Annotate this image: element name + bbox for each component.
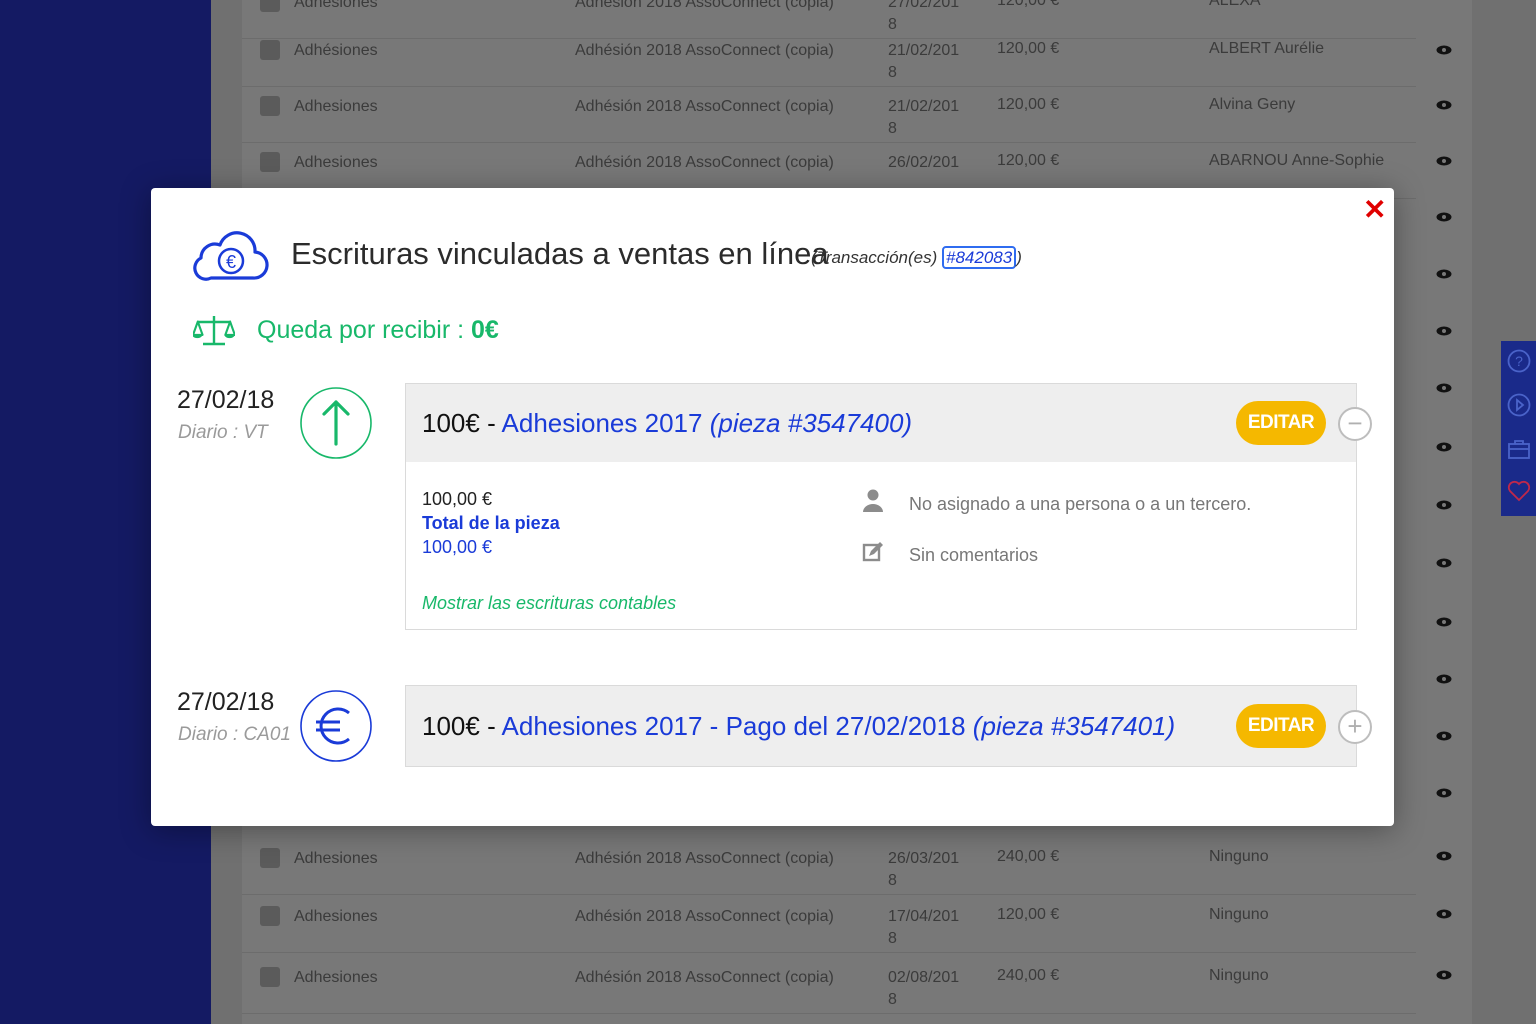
close-button[interactable]: ✕ [1363, 196, 1386, 224]
transaction-label: (Transacción(es) [811, 248, 942, 267]
entry-amount: 100€ - [422, 408, 502, 438]
modal-title: Escrituras vinculadas a ventas en línea [291, 236, 829, 271]
edit-button[interactable]: EDITAR [1236, 704, 1326, 748]
edit-note-icon [862, 542, 883, 562]
entry-title: 100€ - Adhesiones 2017 - Pago del 27/02/… [422, 711, 1175, 742]
person-icon [863, 489, 883, 512]
linked-entries-modal: ✕ € Escrituras vinculadas a ventas en lí… [151, 188, 1394, 826]
balance-scale-icon [193, 316, 235, 346]
total-label: Total de la pieza [422, 513, 560, 533]
remaining-label: Queda por recibir : [257, 316, 471, 344]
entry-piece[interactable]: (pieza #3547400) [710, 408, 912, 438]
arrow-up-circle-icon [300, 387, 372, 459]
remaining-value: 0€ [471, 316, 499, 344]
show-accounting-entries-link[interactable]: Mostrar las escrituras contables [422, 593, 676, 614]
transaction-suffix: ) [1016, 248, 1022, 267]
cloud-euro-icon: € [193, 231, 269, 281]
entry-label[interactable]: Adhesiones 2017 [502, 408, 703, 438]
comment-text: Sin comentarios [909, 545, 1039, 565]
entry-card-header[interactable]: 100€ - Adhesiones 2017 (pieza #3547400) … [405, 383, 1372, 463]
edit-button[interactable]: EDITAR [1236, 401, 1326, 445]
transaction-link[interactable]: #842083 [942, 246, 1017, 269]
entry-journal: Diario : VT [178, 422, 268, 443]
entry-line-amount: 100,00 € [422, 489, 493, 509]
entry-piece[interactable]: (pieza #3547401) [973, 711, 1175, 741]
entry-title: 100€ - Adhesiones 2017 (pieza #3547400) [422, 408, 912, 439]
entry-date: 27/02/18 [177, 688, 275, 716]
svg-text:€: € [226, 252, 236, 272]
remaining-amount: Queda por recibir : 0€ [257, 316, 499, 345]
collapse-button[interactable]: − [1338, 407, 1372, 441]
entry-date: 27/02/18 [177, 386, 275, 414]
assignee-text: No asignado a una persona o a un tercero… [909, 494, 1252, 514]
euro-circle-icon [300, 690, 372, 762]
entry-card-details: 100,00 € Total de la pieza 100,00 € Most… [405, 462, 1357, 630]
total-value: 100,00 € [422, 537, 493, 557]
entry-label[interactable]: Adhesiones 2017 - Pago del 27/02/2018 [502, 711, 966, 741]
transaction-reference: (Transacción(es) #842083) [811, 246, 1022, 269]
entry-card-header[interactable]: 100€ - Adhesiones 2017 - Pago del 27/02/… [405, 685, 1372, 767]
entry-amount: 100€ - [422, 711, 502, 741]
expand-button[interactable]: + [1338, 710, 1372, 744]
entry-journal: Diario : CA01 [178, 724, 291, 745]
